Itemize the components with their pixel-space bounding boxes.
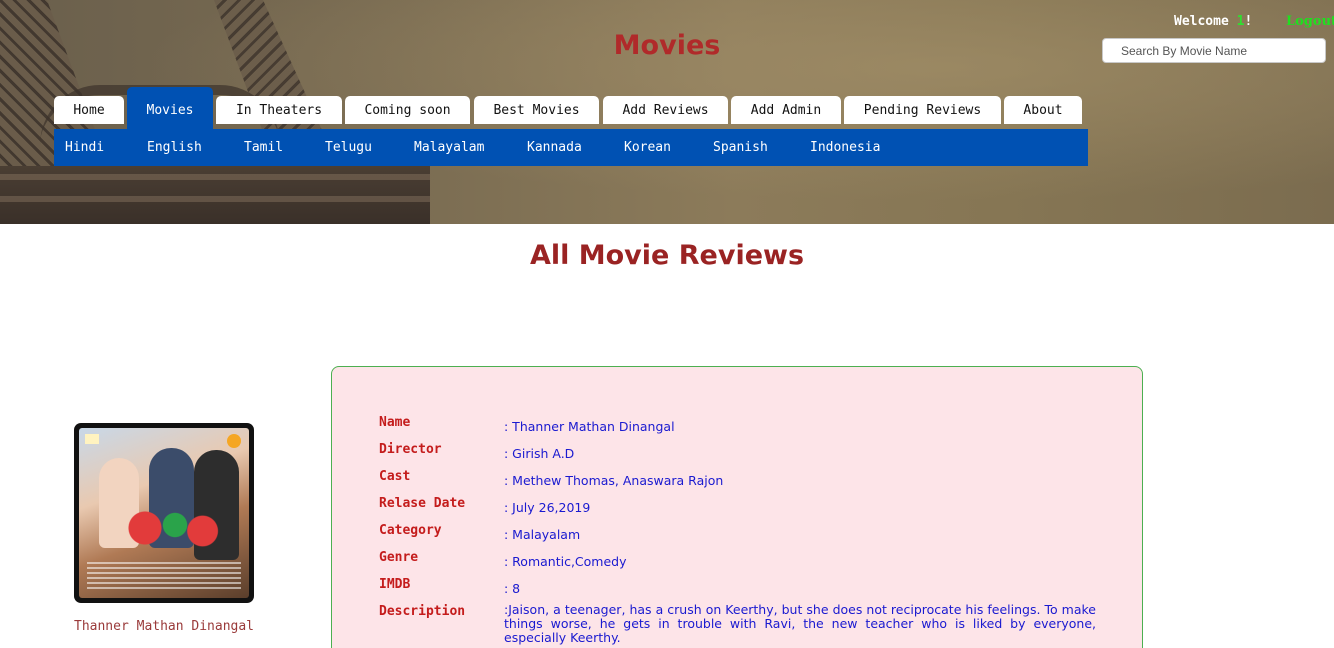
poster-credits — [87, 562, 241, 592]
welcome-suffix: ! — [1244, 14, 1253, 29]
field-value-genre: : Romantic,Comedy — [504, 554, 627, 569]
field-value-category: : Malayalam — [504, 527, 581, 542]
banner-tower-base — [0, 166, 430, 224]
banner-stripe — [0, 174, 430, 180]
nav-tab-in-theaters[interactable]: In Theaters — [216, 96, 342, 124]
subnav-item-hindi[interactable]: Hindi — [65, 129, 104, 166]
language-subnav: Hindi English Tamil Telugu Malayalam Kan… — [54, 129, 1088, 166]
subnav-item-malayalam[interactable]: Malayalam — [414, 129, 484, 166]
header-banner: Movies Welcome 1! Logout Home Movies In … — [0, 0, 1334, 224]
poster-corner-logo — [85, 434, 99, 444]
field-value-name: : Thanner Mathan Dinangal — [504, 419, 675, 434]
nav-tab-best-movies[interactable]: Best Movies — [474, 96, 599, 124]
nav-tab-about[interactable]: About — [1004, 96, 1082, 124]
poster-image — [79, 428, 249, 598]
field-label-imdb: IMDB — [379, 577, 411, 592]
field-label-description: Description — [379, 604, 466, 619]
subnav-item-tamil[interactable]: Tamil — [244, 129, 283, 166]
field-label-category: Category — [379, 523, 442, 538]
field-value-description: :Jaison, a teenager, has a crush on Keer… — [504, 602, 1096, 645]
subnav-item-kannada[interactable]: Kannada — [527, 129, 582, 166]
nav-tab-coming-soon[interactable]: Coming soon — [345, 96, 470, 124]
poster-caption[interactable]: Thanner Mathan Dinangal — [74, 619, 254, 634]
movie-poster[interactable] — [74, 423, 254, 603]
subnav-item-korean[interactable]: Korean — [624, 129, 671, 166]
logout-link[interactable]: Logout — [1286, 14, 1334, 29]
field-value-release-date: : July 26,2019 — [504, 500, 591, 515]
subnav-item-spanish[interactable]: Spanish — [713, 129, 768, 166]
nav-tab-add-reviews[interactable]: Add Reviews — [603, 96, 728, 124]
field-label-cast: Cast — [379, 469, 411, 484]
banner-stripe — [0, 196, 430, 202]
welcome-prefix: Welcome — [1174, 14, 1237, 29]
poster-title-art — [109, 498, 229, 558]
nav-tab-home[interactable]: Home — [54, 96, 124, 124]
review-card: Name : Thanner Mathan Dinangal Director … — [331, 366, 1143, 648]
field-value-imdb: : 8 — [504, 581, 521, 596]
poster-badge-icon — [227, 434, 241, 448]
subnav-item-english[interactable]: English — [147, 129, 202, 166]
nav-tab-pending-reviews[interactable]: Pending Reviews — [844, 96, 1001, 124]
field-value-cast: : Methew Thomas, Anaswara Rajon — [504, 473, 724, 488]
field-label-genre: Genre — [379, 550, 419, 565]
nav-tab-movies[interactable]: Movies — [127, 87, 213, 129]
page-heading: All Movie Reviews — [529, 240, 805, 271]
subnav-item-telugu[interactable]: Telugu — [325, 129, 372, 166]
subnav-item-indonesia[interactable]: Indonesia — [810, 129, 880, 166]
field-label-release-date: Relase Date — [379, 496, 466, 511]
field-value-director: : Girish A.D — [504, 446, 575, 461]
welcome-message: Welcome 1! — [1174, 14, 1252, 29]
nav-tab-add-admin[interactable]: Add Admin — [731, 96, 841, 124]
field-label-name: Name — [379, 415, 411, 430]
search-input[interactable] — [1102, 38, 1326, 63]
field-label-director: Director — [379, 442, 442, 457]
